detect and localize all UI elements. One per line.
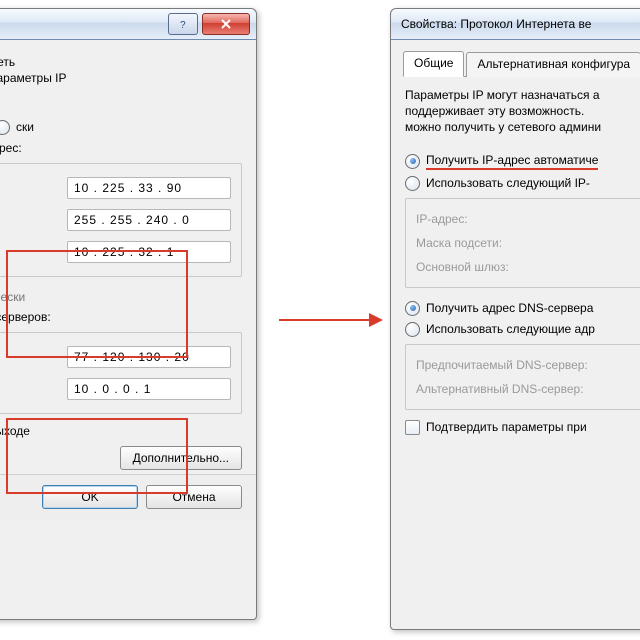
group-dns: 77 . 120 . 130 . 20 10 . 0 . 0 . 1 [0, 332, 242, 414]
group-ip: 10 . 225 . 33 . 90 255 . 255 . 240 . 0 1… [0, 163, 242, 277]
radio-dns-manual[interactable]: Использовать следующие адр [405, 319, 640, 340]
group-ip: IP-адрес: Маска подсети: Основной шлюз: [405, 198, 640, 288]
tab-alternate-config[interactable]: Альтернативная конфигура [466, 52, 640, 77]
input-default-gateway[interactable]: 10 . 225 . 32 . 1 [67, 241, 231, 263]
label-dns-preferred: Предпочитаемый DNS-сервер: [416, 358, 588, 372]
intro-text: Параметры IP могут назначаться а поддерж… [405, 87, 640, 136]
radio-icon [405, 154, 420, 169]
row-subnet-mask: 255 . 255 . 240 . 0 [0, 204, 231, 236]
tab-strip: Общие Альтернативная конфигура [403, 50, 640, 77]
radio-dns-auto[interactable]: Получить адрес DNS-сервера [405, 298, 640, 319]
dialog-body-right: Общие Альтернативная конфигура Параметры… [391, 40, 640, 445]
button-row: OK Отмена [0, 474, 256, 521]
checkbox-validate-on-exit[interactable]: Подтвердить параметры при [405, 420, 640, 435]
input-subnet-mask[interactable]: 255 . 255 . 240 . 0 [67, 209, 231, 231]
dialog-ipv4-properties-left: рсии 4 (TCP/IPv4) ? томатически, если се… [0, 8, 257, 620]
radio-ip-auto[interactable]: ски [0, 117, 242, 138]
radio-ip-manual[interactable]: Использовать следующий IP- [405, 173, 640, 194]
checkbox-validate-on-exit[interactable]: выходе [0, 424, 242, 438]
group-dns: Предпочитаемый DNS-сервер: Альтернативны… [405, 344, 640, 410]
window-title: Свойства: Протокол Интернета ве [401, 17, 640, 31]
row-ip-address: 10 . 225 . 33 . 90 [0, 172, 231, 204]
tab-general[interactable]: Общие [403, 51, 464, 77]
label-ip-auto: Получить IP-адрес автоматиче [426, 153, 598, 170]
titlebar-right: Свойства: Протокол Интернета ве [391, 9, 640, 40]
radio-icon [405, 301, 420, 316]
radio-dns-manual[interactable]: са DNS-серверов: [0, 307, 242, 328]
row-dns-preferred: 77 . 120 . 130 . 20 [0, 341, 231, 373]
ok-button[interactable]: OK [42, 485, 138, 509]
radio-ip-manual[interactable]: дрес: [0, 138, 242, 159]
svg-text:?: ? [180, 20, 186, 29]
cancel-button[interactable]: Отмена [146, 485, 242, 509]
radio-icon [0, 120, 10, 135]
checkbox-icon [405, 420, 420, 435]
help-button[interactable]: ? [168, 13, 198, 35]
radio-icon [405, 322, 420, 337]
input-dns-preferred[interactable]: 77 . 120 . 130 . 20 [67, 346, 231, 368]
input-ip-address[interactable]: 10 . 225 . 33 . 90 [67, 177, 231, 199]
label-subnet-mask: Маска подсети: [416, 236, 502, 250]
radio-dns-auto[interactable]: атоматически [0, 287, 242, 307]
radio-ip-auto[interactable]: Получить IP-адрес автоматиче [405, 150, 640, 173]
dialog-ipv4-properties-right: Свойства: Протокол Интернета ве Общие Ал… [390, 8, 640, 630]
row-dns-alternate: 10 . 0 . 0 . 1 [0, 373, 231, 405]
label-gateway: Основной шлюз: [416, 260, 509, 274]
arrow-icon [275, 300, 385, 340]
close-button[interactable] [202, 13, 250, 35]
label-ip-address: IP-адрес: [416, 212, 468, 226]
label-dns-alternate: Альтернативный DNS-сервер: [416, 382, 584, 396]
radio-icon [405, 176, 420, 191]
dialog-body-left: томатически, если сеть противном случае … [0, 40, 256, 474]
window-title: рсии 4 (TCP/IPv4) [0, 17, 164, 31]
row-default-gateway: 10 . 225 . 32 . 1 [0, 236, 231, 268]
input-dns-alternate[interactable]: 10 . 0 . 0 . 1 [67, 378, 231, 400]
intro-text: томатически, если сеть противном случае … [0, 54, 242, 103]
titlebar-left: рсии 4 (TCP/IPv4) ? [0, 9, 256, 40]
advanced-button[interactable]: Дополнительно... [120, 446, 242, 470]
